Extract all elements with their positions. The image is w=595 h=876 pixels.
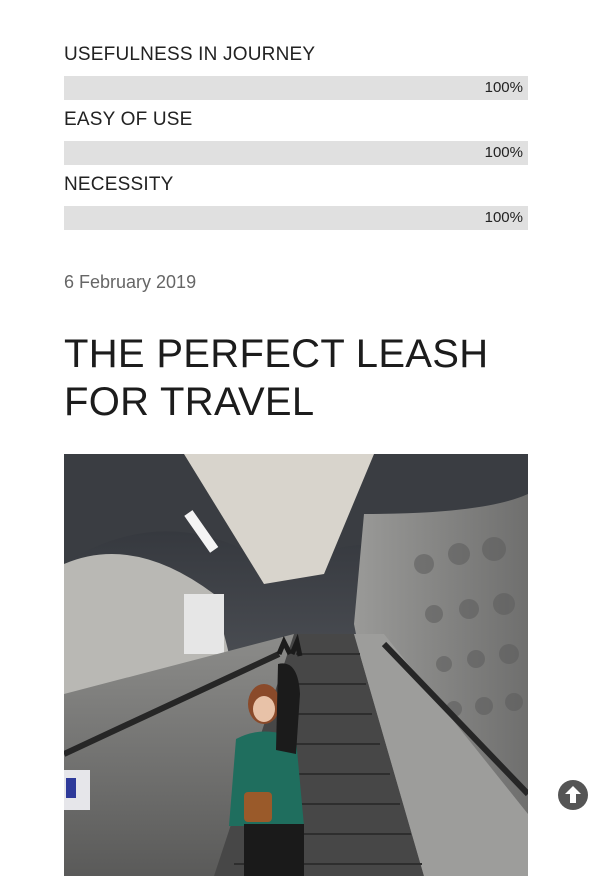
rating-bar: 100% <box>64 206 528 230</box>
rating-bar-fill <box>64 76 528 100</box>
rating-value: 100% <box>484 144 523 161</box>
ratings-list: USEFULNESS IN JOURNEY 100% EASY OF USE 1… <box>64 44 528 239</box>
escalator-photo <box>64 454 528 876</box>
rating-necessity: NECESSITY 100% <box>64 174 528 239</box>
rating-bar: 100% <box>64 141 528 165</box>
post-title[interactable]: THE PERFECT LEASH FOR TRAVEL <box>64 330 574 426</box>
rating-label: EASY OF USE <box>64 109 193 130</box>
rating-value: 100% <box>484 209 523 226</box>
scroll-to-top-button[interactable] <box>558 780 588 810</box>
rating-usefulness: USEFULNESS IN JOURNEY 100% <box>64 44 528 109</box>
rating-label: NECESSITY <box>64 174 174 195</box>
rating-label: USEFULNESS IN JOURNEY <box>64 44 316 65</box>
rating-bar-fill <box>64 206 528 230</box>
rating-value: 100% <box>484 79 523 96</box>
rating-bar-fill <box>64 141 528 165</box>
rating-bar: 100% <box>64 76 528 100</box>
arrow-up-circle-icon <box>558 780 588 810</box>
rating-ease-of-use: EASY OF USE 100% <box>64 109 528 174</box>
post-date: 6 February 2019 <box>64 272 197 292</box>
post-image[interactable] <box>64 454 528 876</box>
